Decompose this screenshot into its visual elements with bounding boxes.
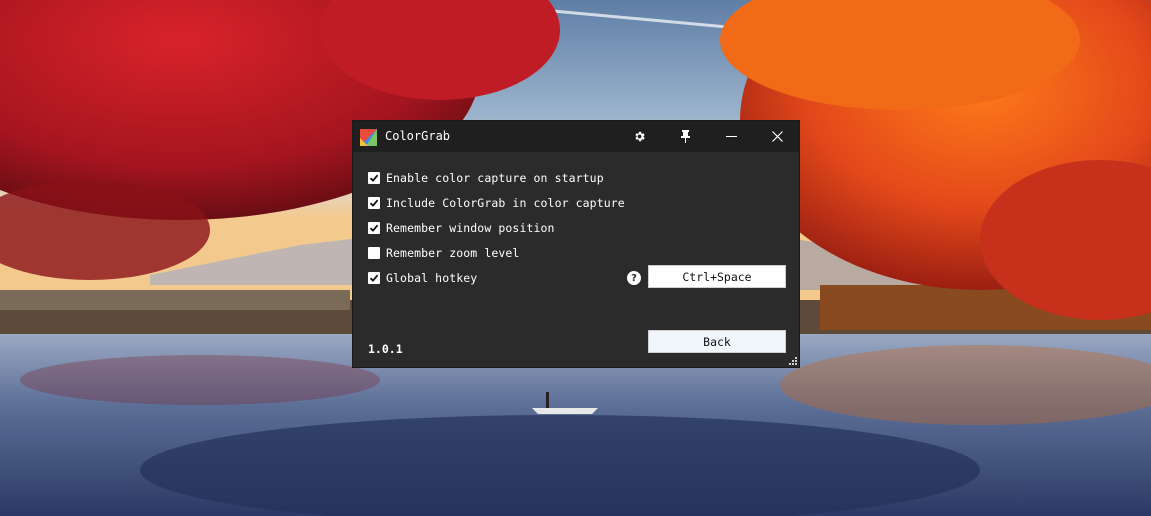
option-global-hotkey[interactable]: Global hotkey	[368, 271, 477, 285]
option-remember-zoom-level[interactable]: Remember zoom level	[368, 246, 519, 260]
option-label: Enable color capture on startup	[386, 171, 604, 185]
close-button[interactable]	[754, 121, 800, 152]
colorgrab-window: ColorGrab Enable color capture on startu…	[352, 120, 800, 368]
resize-grip-icon[interactable]	[787, 355, 797, 365]
pin-button[interactable]	[662, 121, 708, 152]
checkbox-checked[interactable]	[368, 222, 380, 234]
option-label: Include ColorGrab in color capture	[386, 196, 625, 210]
check-icon	[369, 224, 379, 232]
window-title: ColorGrab	[385, 129, 451, 143]
minimize-button[interactable]	[708, 121, 754, 152]
check-icon	[369, 274, 379, 282]
close-icon	[771, 131, 783, 142]
checkbox-unchecked[interactable]	[368, 247, 380, 259]
option-include-colorgrab[interactable]: Include ColorGrab in color capture	[368, 196, 625, 210]
check-icon	[369, 199, 379, 207]
colorgrab-logo-icon	[360, 129, 377, 146]
option-label: Global hotkey	[386, 271, 478, 285]
option-remember-window-position[interactable]: Remember window position	[368, 221, 555, 235]
back-button[interactable]: Back	[648, 330, 786, 353]
checkbox-checked[interactable]	[368, 197, 380, 209]
option-label: Remember zoom level	[386, 246, 520, 260]
gear-icon	[634, 131, 645, 142]
option-enable-capture-on-startup[interactable]: Enable color capture on startup	[368, 171, 604, 185]
checkbox-checked[interactable]	[368, 172, 380, 184]
minimize-icon	[725, 136, 737, 137]
check-icon	[369, 174, 379, 182]
pin-icon	[680, 130, 690, 143]
help-icon[interactable]: ?	[627, 271, 641, 285]
title-bar[interactable]: ColorGrab	[353, 121, 799, 152]
hotkey-input[interactable]: Ctrl+Space	[648, 265, 786, 288]
version-label: 1.0.1	[368, 342, 403, 356]
checkbox-checked[interactable]	[368, 272, 380, 284]
settings-button[interactable]	[616, 121, 662, 152]
option-label: Remember window position	[386, 221, 555, 235]
